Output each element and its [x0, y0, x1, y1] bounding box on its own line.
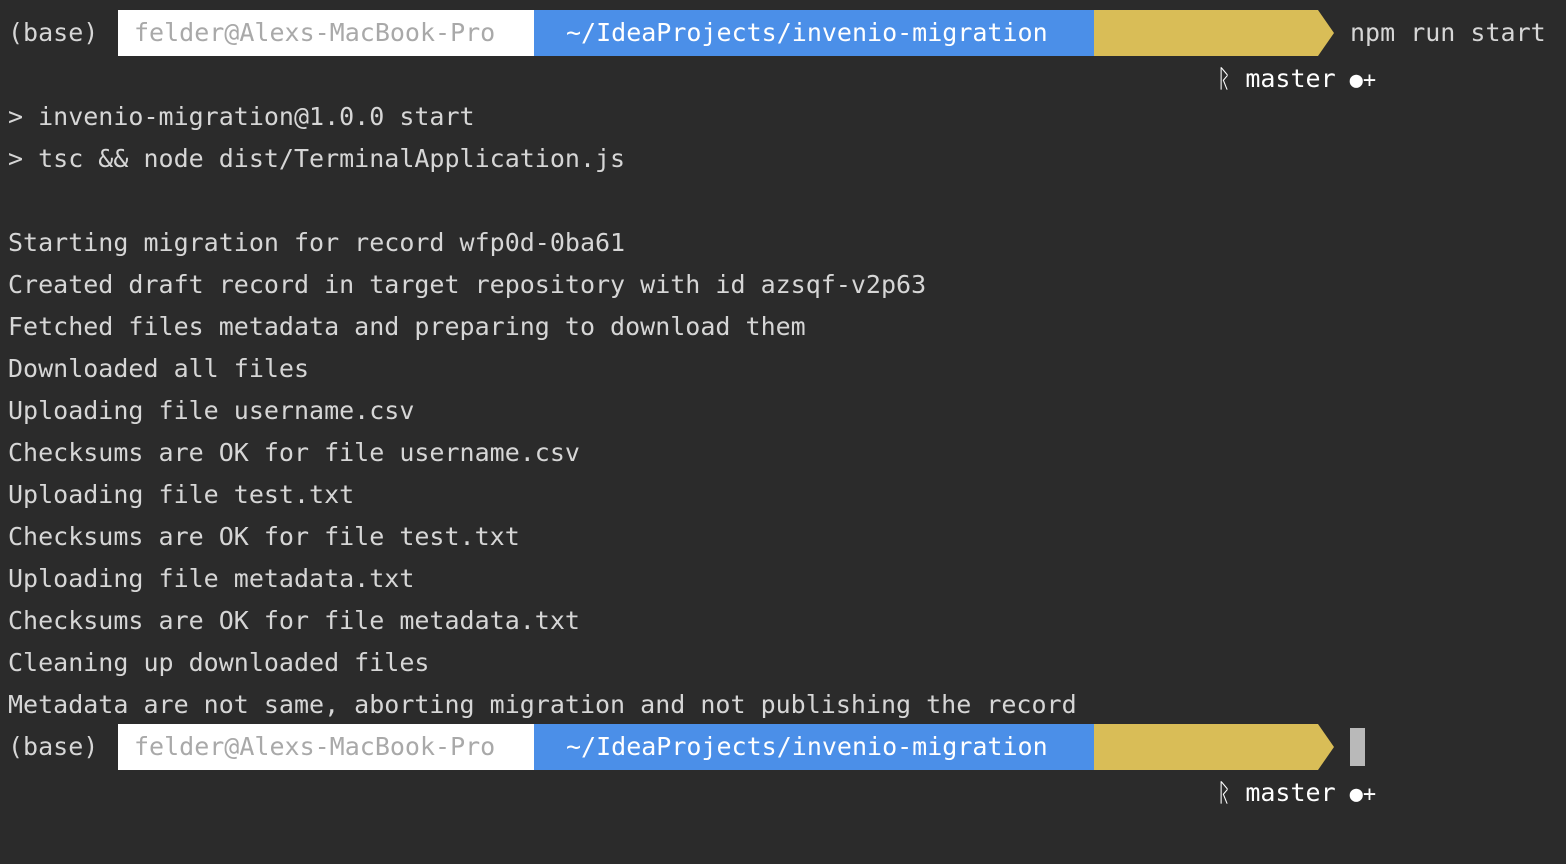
output-line: Uploading file test.txt — [8, 480, 355, 509]
terminal-window[interactable]: (base) felder@Alexs-MacBook-Pro ~/IdeaPr… — [0, 0, 1566, 807]
output-line: Starting migration for record wfp0d-0ba6… — [8, 228, 626, 257]
output-line: > invenio-migration@1.0.0 start — [8, 102, 475, 131]
user-host-segment: felder@Alexs-MacBook-Pro — [118, 724, 534, 770]
output-line: Downloaded all files — [8, 354, 310, 383]
scrolled-line-fragment — [8, 0, 1566, 2]
git-dirty-icon: ●+ — [1349, 782, 1377, 807]
git-branch-icon: ᚱ — [1216, 778, 1232, 807]
typed-command: npm run start — [1350, 18, 1546, 47]
output-line: Cleaning up downloaded files — [8, 648, 430, 677]
conda-env-label: (base) — [8, 18, 99, 47]
output-line: Uploading file username.csv — [8, 396, 415, 425]
text-cursor[interactable] — [1350, 728, 1365, 766]
output-line: Uploading file metadata.txt — [8, 564, 415, 593]
git-branch-segment: ᚱ master ●+ — [1094, 10, 1376, 93]
output-line: Created draft record in target repositor… — [8, 270, 927, 299]
output-line: Metadata are not same, aborting migratio… — [8, 690, 1077, 719]
git-branch-label: master — [1245, 778, 1336, 807]
shell-prompt: (base) felder@Alexs-MacBook-Pro ~/IdeaPr… — [0, 10, 1566, 93]
segment-separator-arrow — [1318, 724, 1334, 770]
shell-prompt-active[interactable]: (base) felder@Alexs-MacBook-Pro ~/IdeaPr… — [0, 724, 1566, 807]
output-line: > tsc && node dist/TerminalApplication.j… — [8, 144, 626, 173]
output-line: Checksums are OK for file test.txt — [8, 522, 520, 551]
output-line: Checksums are OK for file username.csv — [8, 438, 580, 467]
output-line: Checksums are OK for file metadata.txt — [8, 606, 580, 635]
cwd-segment: ~/IdeaProjects/invenio-migration — [534, 10, 1094, 56]
user-host-segment: felder@Alexs-MacBook-Pro — [118, 10, 534, 56]
command-output: > invenio-migration@1.0.0 start > tsc &&… — [8, 96, 1558, 726]
segment-separator-arrow — [1318, 10, 1334, 56]
git-branch-label: master — [1245, 64, 1336, 93]
git-branch-segment: ᚱ master ●+ — [1094, 724, 1376, 807]
cwd-segment: ~/IdeaProjects/invenio-migration — [534, 724, 1094, 770]
conda-env-label: (base) — [8, 732, 99, 761]
output-line: Fetched files metadata and preparing to … — [8, 312, 806, 341]
